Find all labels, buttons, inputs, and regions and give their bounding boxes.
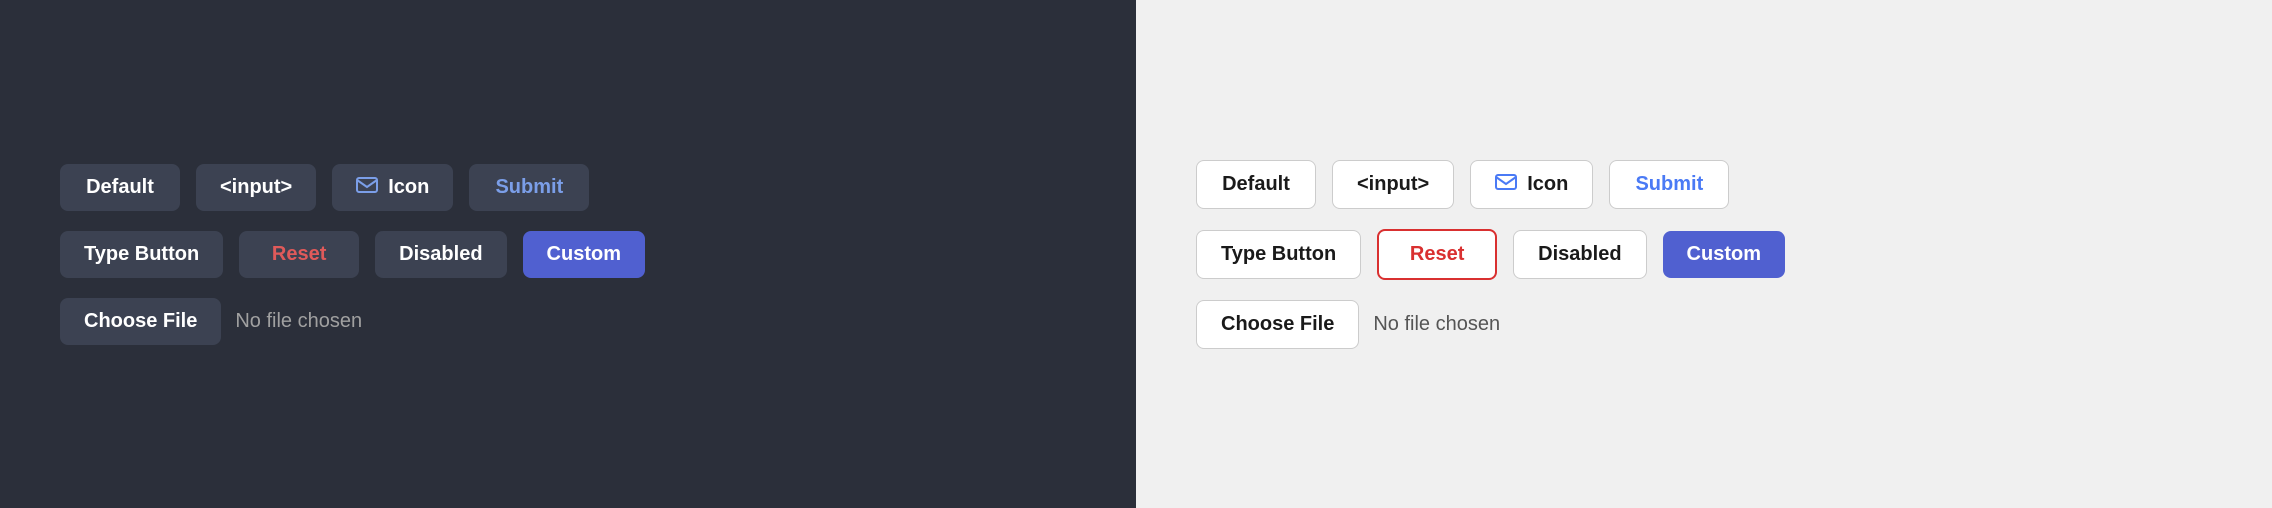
dark-icon-button[interactable]: Icon xyxy=(332,164,453,211)
light-input-button[interactable]: <input> xyxy=(1332,160,1454,209)
dark-no-file-text: No file chosen xyxy=(235,310,362,333)
dark-submit-button[interactable]: Submit xyxy=(469,164,589,211)
dark-choose-file-button[interactable]: Choose File xyxy=(60,298,221,345)
dark-default-button[interactable]: Default xyxy=(60,164,180,211)
light-disabled-button[interactable]: Disabled xyxy=(1513,230,1646,279)
dark-reset-button[interactable]: Reset xyxy=(239,231,359,278)
dark-type-button[interactable]: Type Button xyxy=(60,231,223,278)
light-panel: Default <input> Icon Submit Type Button … xyxy=(1136,0,2272,508)
envelope-icon xyxy=(356,176,378,199)
light-row-2: Type Button Reset Disabled Custom xyxy=(1196,229,1785,280)
light-icon-button-label: Icon xyxy=(1527,173,1568,196)
dark-input-button[interactable]: <input> xyxy=(196,164,316,211)
dark-row-1: Default <input> Icon Submit xyxy=(60,164,589,211)
light-submit-button[interactable]: Submit xyxy=(1609,160,1729,209)
light-type-button[interactable]: Type Button xyxy=(1196,230,1361,279)
light-reset-button[interactable]: Reset xyxy=(1377,229,1497,280)
envelope-icon-light xyxy=(1495,173,1517,196)
dark-disabled-button[interactable]: Disabled xyxy=(375,231,506,278)
light-no-file-text: No file chosen xyxy=(1373,313,1500,336)
dark-panel: Default <input> Icon Submit Type Button … xyxy=(0,0,1136,508)
light-choose-file-button[interactable]: Choose File xyxy=(1196,300,1359,349)
dark-row-3: Choose File No file chosen xyxy=(60,298,362,345)
dark-custom-button[interactable]: Custom xyxy=(523,231,645,278)
light-custom-button[interactable]: Custom xyxy=(1663,231,1785,278)
dark-row-2: Type Button Reset Disabled Custom xyxy=(60,231,645,278)
light-default-button[interactable]: Default xyxy=(1196,160,1316,209)
light-row-3: Choose File No file chosen xyxy=(1196,300,1500,349)
dark-icon-button-label: Icon xyxy=(388,176,429,199)
light-row-1: Default <input> Icon Submit xyxy=(1196,160,1729,209)
light-icon-button[interactable]: Icon xyxy=(1470,160,1593,209)
